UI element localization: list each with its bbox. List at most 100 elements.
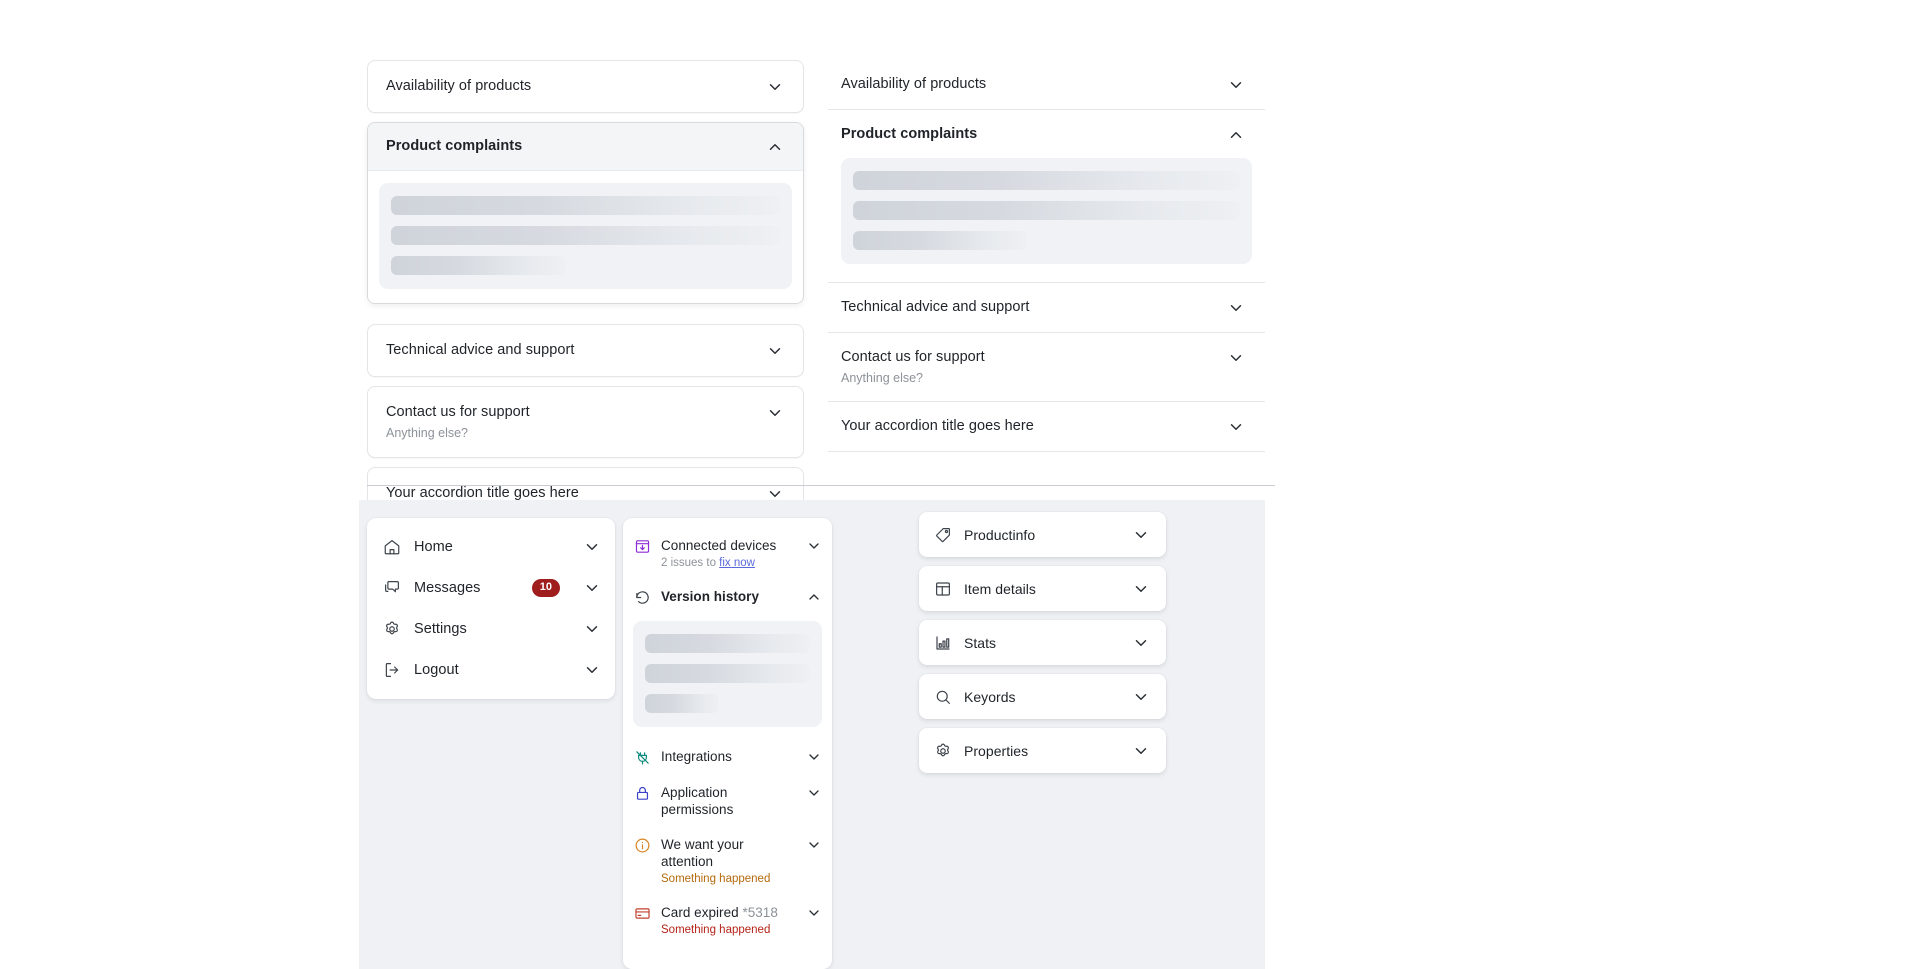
card-last4: *5318 xyxy=(742,905,778,920)
stack-item-label: Productinfo xyxy=(964,526,1036,543)
stack-item-label: Stats xyxy=(964,634,997,651)
accordion-item-availability-of-products[interactable]: Availability of products xyxy=(828,60,1265,110)
accordion-header[interactable]: Your accordion title goes here xyxy=(828,402,1265,451)
list-item-title: Connected devices xyxy=(661,538,777,553)
list-item-connected-devices[interactable]: Connected devices 2 issues to fix now xyxy=(623,528,832,579)
accordion-item-product-complaints[interactable]: Product complaints xyxy=(367,122,804,304)
skeleton-line xyxy=(645,694,720,713)
chevron-down-icon[interactable] xyxy=(583,579,601,597)
accordion-header-texts: Technical advice and support xyxy=(841,298,1029,317)
nav-item-messages[interactable]: Messages 10 xyxy=(367,567,615,608)
accordion-item-your-accordion-title-goes-here[interactable]: Your accordion title goes here xyxy=(828,402,1265,452)
chevron-down-icon[interactable] xyxy=(806,538,822,554)
chevron-down-icon[interactable] xyxy=(1132,742,1150,760)
accordion-item-availability-of-products[interactable]: Availability of products xyxy=(367,60,804,113)
stack-item-properties[interactable]: Properties xyxy=(919,728,1166,773)
accordion-header-texts: Product complaints xyxy=(841,125,977,144)
accordion-subtitle: Anything else? xyxy=(841,371,924,385)
skeleton-line xyxy=(853,201,1240,220)
accordion-header[interactable]: Product complaints xyxy=(828,110,1265,154)
stack-item-productinfo[interactable]: Productinfo xyxy=(919,512,1166,557)
list-item-panel-version-history xyxy=(623,615,832,739)
accordion-title: Product complaints xyxy=(841,126,978,142)
lock-icon xyxy=(634,785,651,802)
list-item-application-permissions[interactable]: Application permissions xyxy=(623,775,832,827)
nav-item-home[interactable]: Home xyxy=(367,526,615,567)
screen-root: Availability of products Product complai… xyxy=(0,0,1916,969)
accordion-title: Your accordion title goes here xyxy=(841,418,1034,434)
chevron-down-icon[interactable] xyxy=(583,661,601,679)
chevron-down-icon[interactable] xyxy=(583,538,601,556)
stack-item-stats[interactable]: Stats xyxy=(919,620,1166,665)
list-item-we-want-your-attention[interactable]: We want your attention Something happene… xyxy=(623,827,832,895)
list-item-title: Application permissions xyxy=(661,785,734,817)
chevron-down-icon[interactable] xyxy=(766,342,784,360)
list-item-title: We want your attention xyxy=(661,837,744,869)
chevron-down-icon[interactable] xyxy=(583,620,601,638)
accordion-subtitle: Anything else? xyxy=(386,426,469,440)
stack-item-label: Keyords xyxy=(964,688,1016,705)
list-item-texts: Application permissions xyxy=(661,784,796,818)
chevron-up-icon[interactable] xyxy=(1227,126,1245,144)
chevron-up-icon[interactable] xyxy=(806,589,822,605)
layout-icon xyxy=(934,580,952,598)
accordion-header[interactable]: Technical advice and support xyxy=(828,283,1265,332)
accordion-title: Availability of products xyxy=(386,78,532,94)
nav-item-settings[interactable]: Settings xyxy=(367,608,615,649)
credit-card-icon xyxy=(634,905,651,922)
accordion-header[interactable]: Contact us for support Anything else? xyxy=(828,333,1265,401)
gear-icon xyxy=(383,620,401,638)
accordion-item-technical-advice-and-support[interactable]: Technical advice and support xyxy=(828,283,1265,333)
chevron-up-icon[interactable] xyxy=(766,138,784,156)
gear-icon xyxy=(934,742,952,760)
accordion-header[interactable]: Technical advice and support xyxy=(368,325,803,376)
stack-item-item-details[interactable]: Item details xyxy=(919,566,1166,611)
stack-item-keyords[interactable]: Keyords xyxy=(919,674,1166,719)
skeleton-line xyxy=(391,226,780,245)
chevron-down-icon[interactable] xyxy=(1132,634,1150,652)
accordion-header[interactable]: Contact us for support Anything else? xyxy=(368,387,803,457)
chevron-down-icon[interactable] xyxy=(806,905,822,921)
skeleton-line xyxy=(853,171,1240,190)
list-item-version-history[interactable]: Version history xyxy=(623,579,832,615)
accordion-header[interactable]: Availability of products xyxy=(368,61,803,112)
accordion-title: Technical advice and support xyxy=(386,342,575,358)
chevron-down-icon[interactable] xyxy=(766,404,784,422)
section-divider xyxy=(367,485,1275,486)
chevron-down-icon[interactable] xyxy=(806,837,822,853)
accordion-header-texts: Contact us for support Anything else? xyxy=(841,348,985,386)
accordion-title: Technical advice and support xyxy=(841,299,1030,315)
accordion-header[interactable]: Product complaints xyxy=(368,123,803,171)
chevron-down-icon[interactable] xyxy=(1227,349,1245,367)
accordion-showcase-section: Availability of products Product complai… xyxy=(0,0,1916,520)
list-item-card-expired[interactable]: Card expired *5318 Something happened xyxy=(623,895,832,946)
chevron-down-icon[interactable] xyxy=(1227,299,1245,317)
chevron-down-icon[interactable] xyxy=(766,78,784,96)
list-item-texts: We want your attention Something happene… xyxy=(661,836,796,886)
chevron-down-icon[interactable] xyxy=(1227,418,1245,436)
accordion-header-texts: Technical advice and support xyxy=(386,341,574,360)
chevron-down-icon[interactable] xyxy=(1227,76,1245,94)
accordion-panel xyxy=(368,171,803,303)
integrations-plug-icon xyxy=(634,749,651,766)
accordion-item-technical-advice-and-support[interactable]: Technical advice and support xyxy=(367,324,804,377)
accordion-header-texts: Contact us for support Anything else? xyxy=(386,403,530,441)
accordion-item-contact-us-for-support[interactable]: Contact us for support Anything else? xyxy=(367,386,804,458)
accordion-item-product-complaints[interactable]: Product complaints xyxy=(828,110,1265,283)
connected-devices-icon xyxy=(634,538,651,555)
accordion-header[interactable]: Availability of products xyxy=(828,60,1265,109)
chevron-down-icon[interactable] xyxy=(1132,580,1150,598)
chevron-down-icon[interactable] xyxy=(806,749,822,765)
nav-item-logout[interactable]: Logout xyxy=(367,649,615,690)
chevron-down-icon[interactable] xyxy=(1132,688,1150,706)
search-icon xyxy=(934,688,952,706)
accordion-item-contact-us-for-support[interactable]: Contact us for support Anything else? xyxy=(828,333,1265,402)
chevron-down-icon[interactable] xyxy=(1132,526,1150,544)
skeleton-line xyxy=(391,256,567,275)
list-item-integrations[interactable]: Integrations xyxy=(623,739,832,775)
skeleton-placeholder xyxy=(633,621,822,727)
fix-now-link[interactable]: fix now xyxy=(719,557,755,569)
list-item-title: Integrations xyxy=(661,749,732,764)
accordion-header-texts: Product complaints xyxy=(386,137,522,156)
chevron-down-icon[interactable] xyxy=(806,785,822,801)
